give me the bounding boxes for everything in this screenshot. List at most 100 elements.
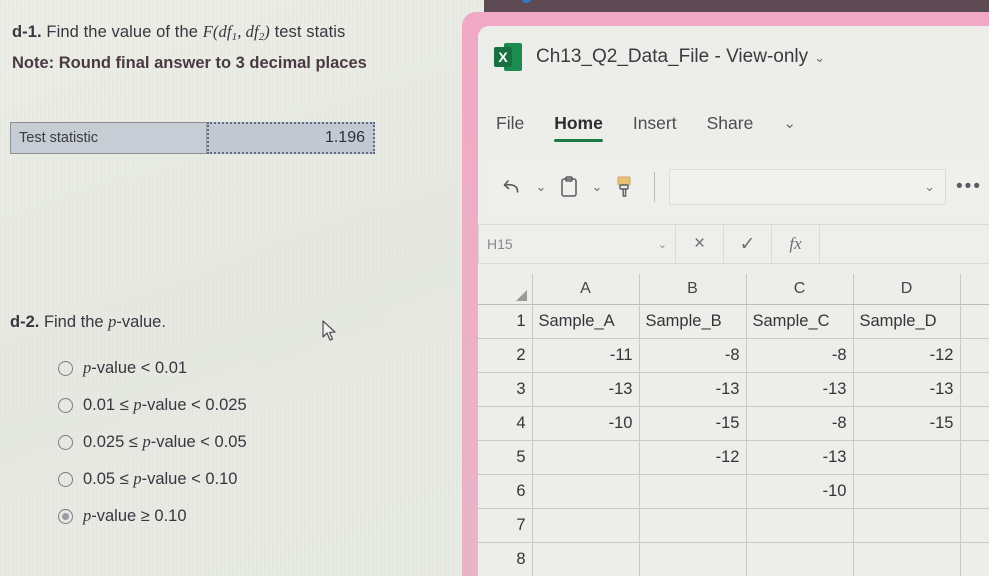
column-header-a[interactable]: A bbox=[532, 274, 640, 305]
cell-d5[interactable] bbox=[853, 440, 961, 475]
cell-c8[interactable] bbox=[746, 542, 854, 576]
option-row-2[interactable]: 0.025 ≤ p-value < 0.05 bbox=[58, 432, 247, 452]
cell-c7[interactable] bbox=[746, 508, 854, 543]
cell-b3[interactable]: -13 bbox=[639, 372, 747, 407]
tab-file[interactable]: File bbox=[496, 113, 524, 142]
row-header-2[interactable]: 2 bbox=[478, 338, 533, 373]
cell-d7[interactable] bbox=[853, 508, 961, 543]
excel-ribbon-tabs: File Home Insert Share ⌄ bbox=[478, 106, 989, 148]
option-label-0: p-value < 0.01 bbox=[83, 358, 188, 377]
paste-chevron-down-icon[interactable]: ⌄ bbox=[588, 179, 606, 195]
cell-e5[interactable] bbox=[960, 440, 989, 475]
homework-question-panel: d-1. Find the value of the F(df1, df2) t… bbox=[0, 0, 480, 576]
ribbon-chevron-down-icon[interactable]: ⌄ bbox=[783, 114, 796, 140]
excel-grid: A B C D 1 Sample_A Sample_B Sample_C Sam… bbox=[478, 274, 989, 576]
cell-c6[interactable]: -10 bbox=[746, 474, 854, 509]
radio-option-4[interactable] bbox=[58, 508, 73, 524]
question-d1-label: d-1. bbox=[12, 23, 42, 41]
column-header-c[interactable]: C bbox=[746, 274, 854, 305]
cell-b4[interactable]: -15 bbox=[639, 406, 747, 441]
cell-e4[interactable] bbox=[960, 406, 989, 441]
name-box[interactable]: H15 ⌄ bbox=[478, 224, 676, 264]
cell-a5[interactable] bbox=[532, 440, 640, 475]
cell-a3[interactable]: -13 bbox=[532, 372, 640, 407]
row-header-6[interactable]: 6 bbox=[478, 474, 533, 509]
cell-e1[interactable] bbox=[960, 304, 989, 339]
confirm-entry-icon[interactable]: ✓ bbox=[724, 224, 772, 264]
cell-d4[interactable]: -15 bbox=[853, 406, 961, 441]
format-painter-icon[interactable] bbox=[610, 170, 640, 204]
excel-document-title-wrap[interactable]: Ch13_Q2_Data_File - View-only ⌄ bbox=[536, 46, 825, 68]
option-label-2: 0.025 ≤ p-value < 0.05 bbox=[83, 432, 247, 451]
df2-symbol: df bbox=[245, 22, 259, 41]
question-note: Note: Round final answer to 3 decimal pl… bbox=[12, 54, 367, 72]
question-d1-text-after: test statis bbox=[274, 23, 346, 41]
cell-d3[interactable]: -13 bbox=[853, 372, 961, 407]
option-row-3[interactable]: 0.05 ≤ p-value < 0.10 bbox=[58, 469, 247, 489]
cell-a8[interactable] bbox=[532, 542, 640, 576]
table-row: 3 -13 -13 -13 -13 bbox=[478, 372, 989, 407]
title-chevron-down-icon[interactable]: ⌄ bbox=[814, 50, 825, 65]
cell-c3[interactable]: -13 bbox=[746, 372, 854, 407]
row-header-8[interactable]: 8 bbox=[478, 542, 533, 576]
row-header-1[interactable]: 1 bbox=[478, 304, 533, 339]
cell-e2[interactable] bbox=[960, 338, 989, 373]
cell-c5[interactable]: -13 bbox=[746, 440, 854, 475]
cell-a7[interactable] bbox=[532, 508, 640, 543]
cell-e6[interactable] bbox=[960, 474, 989, 509]
row-header-3[interactable]: 3 bbox=[478, 372, 533, 407]
cancel-entry-icon[interactable]: × bbox=[676, 224, 724, 264]
cell-d8[interactable] bbox=[853, 542, 961, 576]
test-statistic-answer-table: Test statistic 1.196 bbox=[10, 122, 375, 154]
formula-input[interactable] bbox=[820, 224, 989, 264]
undo-icon[interactable] bbox=[498, 170, 528, 204]
cell-e8[interactable] bbox=[960, 542, 989, 576]
cell-a1[interactable]: Sample_A bbox=[532, 304, 640, 339]
cell-a2[interactable]: -11 bbox=[532, 338, 640, 373]
cell-b1[interactable]: Sample_B bbox=[639, 304, 747, 339]
insert-function-icon[interactable]: fx bbox=[772, 224, 820, 264]
radio-option-3[interactable] bbox=[58, 471, 73, 487]
option-row-1[interactable]: 0.01 ≤ p-value < 0.025 bbox=[58, 395, 247, 415]
clipboard-icon[interactable] bbox=[554, 170, 584, 204]
name-box-chevron-down-icon[interactable]: ⌄ bbox=[658, 238, 667, 251]
cell-d2[interactable]: -12 bbox=[853, 338, 961, 373]
cell-b6[interactable] bbox=[639, 474, 747, 509]
toolbar-style-field[interactable]: ⌄ bbox=[669, 169, 946, 205]
column-header-b[interactable]: B bbox=[639, 274, 747, 305]
cell-b7[interactable] bbox=[639, 508, 747, 543]
cell-e3[interactable] bbox=[960, 372, 989, 407]
cell-a4[interactable]: -10 bbox=[532, 406, 640, 441]
cell-c4[interactable]: -8 bbox=[746, 406, 854, 441]
toolbar-field-chevron-down-icon[interactable]: ⌄ bbox=[924, 179, 935, 195]
toolbar-divider bbox=[654, 172, 655, 202]
radio-option-2[interactable] bbox=[58, 434, 73, 450]
cell-c2[interactable]: -8 bbox=[746, 338, 854, 373]
tab-share[interactable]: Share bbox=[707, 113, 754, 142]
cell-d1[interactable]: Sample_D bbox=[853, 304, 961, 339]
cell-b5[interactable]: -12 bbox=[639, 440, 747, 475]
option-row-4[interactable]: p-value ≥ 0.10 bbox=[58, 506, 247, 526]
tab-home[interactable]: Home bbox=[554, 113, 603, 142]
cell-b8[interactable] bbox=[639, 542, 747, 576]
radio-option-1[interactable] bbox=[58, 397, 73, 413]
table-row: 4 -10 -15 -8 -15 bbox=[478, 406, 989, 441]
column-header-d[interactable]: D bbox=[853, 274, 961, 305]
row-header-4[interactable]: 4 bbox=[478, 406, 533, 441]
tab-insert[interactable]: Insert bbox=[633, 113, 677, 142]
option-row-0[interactable]: p-value < 0.01 bbox=[58, 358, 247, 378]
cell-a6[interactable] bbox=[532, 474, 640, 509]
cell-d6[interactable] bbox=[853, 474, 961, 509]
radio-option-0[interactable] bbox=[58, 360, 73, 376]
cell-c1[interactable]: Sample_C bbox=[746, 304, 854, 339]
test-statistic-value-input[interactable]: 1.196 bbox=[207, 122, 375, 154]
toolbar-overflow-icon[interactable]: ••• bbox=[950, 176, 988, 198]
cell-b2[interactable]: -8 bbox=[639, 338, 747, 373]
table-row: 6 -10 bbox=[478, 474, 989, 509]
row-header-7[interactable]: 7 bbox=[478, 508, 533, 543]
column-header-e-partial[interactable] bbox=[960, 274, 989, 305]
undo-chevron-down-icon[interactable]: ⌄ bbox=[532, 179, 550, 195]
select-all-corner[interactable] bbox=[478, 274, 533, 305]
cell-e7[interactable] bbox=[960, 508, 989, 543]
row-header-5[interactable]: 5 bbox=[478, 440, 533, 475]
